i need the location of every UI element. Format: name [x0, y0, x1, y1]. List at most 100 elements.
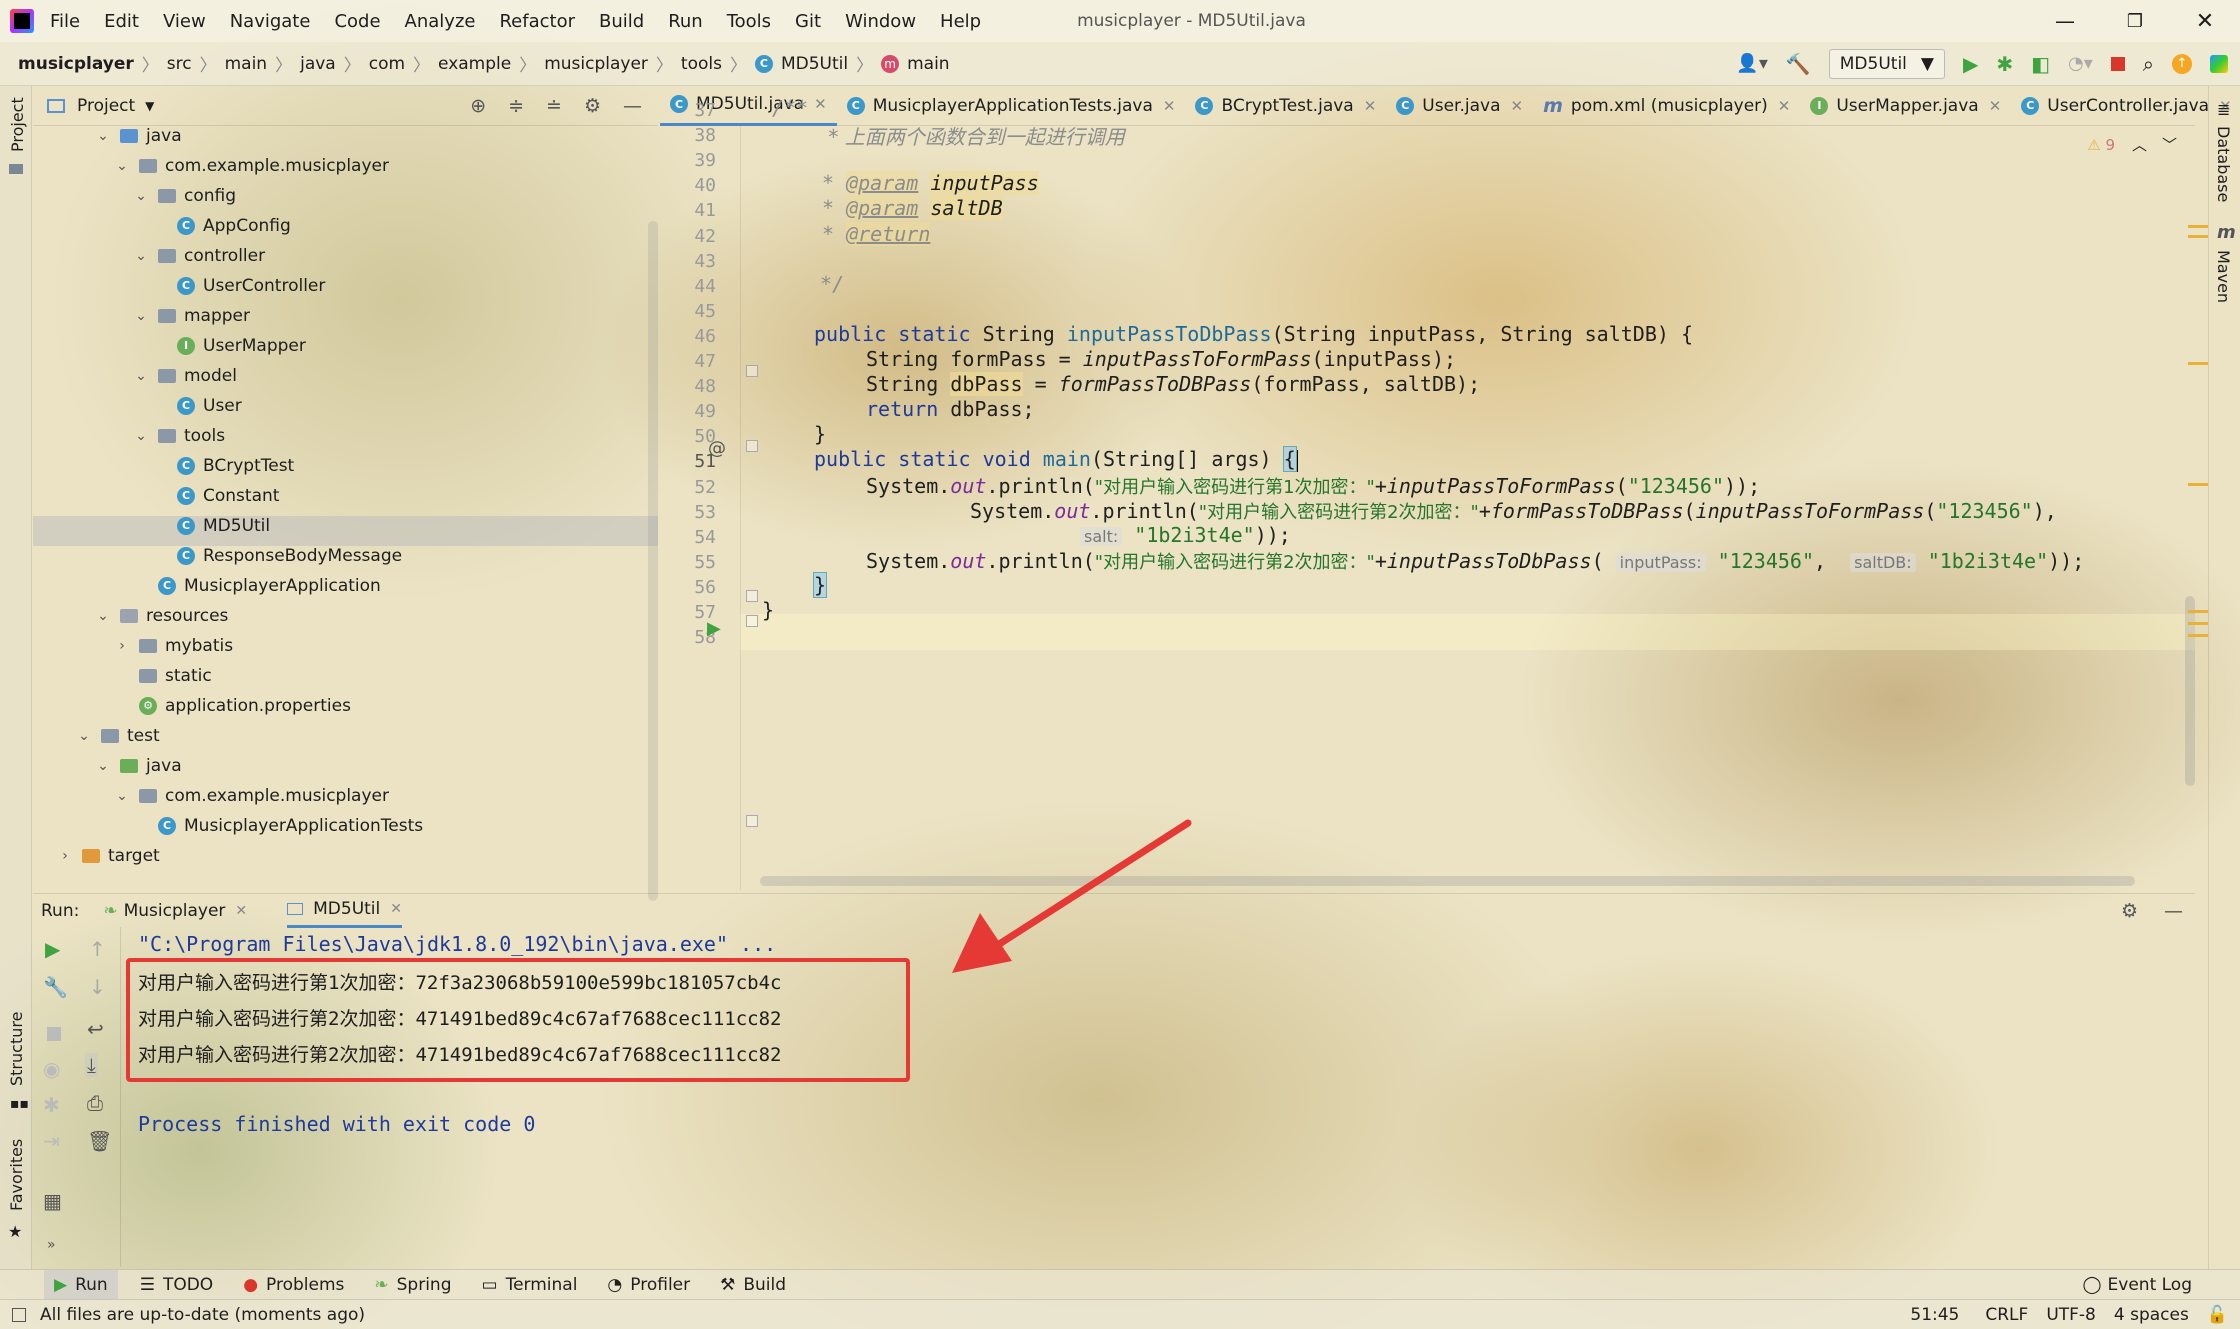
gear-icon[interactable]: ⚙ — [2121, 900, 2138, 922]
tool-run[interactable]: ▶ Run — [44, 1269, 118, 1300]
tab-database[interactable]: Database — [2214, 126, 2233, 202]
soft-wrap-icon[interactable]: ↩ — [87, 1017, 104, 1041]
close-tab-icon[interactable]: ✕ — [814, 95, 827, 113]
tree-item[interactable]: C Constant — [153, 481, 279, 511]
tree-item[interactable]: C BCryptTest — [153, 451, 294, 481]
exit-icon[interactable]: ⇥ — [43, 1129, 60, 1153]
chevron-down-icon[interactable]: ⌄ — [134, 361, 148, 391]
minimize-icon[interactable]: — — [2030, 9, 2100, 33]
run-config-select[interactable]: MD5Util ▼ — [1828, 48, 1945, 79]
line-separator[interactable]: CRLF — [1985, 1305, 2028, 1325]
breadcrumb-item[interactable]: musicplayer — [544, 54, 648, 74]
menu-refactor[interactable]: Refactor — [499, 11, 575, 32]
error-stripe-marker[interactable] — [2188, 225, 2208, 228]
collapse-all-icon[interactable]: ≐ — [546, 95, 562, 117]
hide-icon[interactable]: — — [623, 95, 642, 117]
tab-project[interactable]: Project — [8, 97, 27, 152]
tree-item[interactable]: ⌄ config — [134, 181, 236, 211]
error-stripe-marker[interactable] — [2188, 235, 2208, 238]
tree-item[interactable]: ⚙ application.properties — [115, 691, 351, 721]
fold-icon[interactable] — [746, 615, 758, 627]
wrench-icon[interactable]: 🔧 — [43, 975, 68, 999]
run-icon[interactable]: ▶ — [1963, 52, 1978, 76]
menu-build[interactable]: Build — [599, 11, 644, 32]
tree-item[interactable]: ⌄ test — [77, 721, 160, 751]
layout-icon[interactable]: ▦ — [43, 1189, 62, 1213]
menu-navigate[interactable]: Navigate — [230, 11, 311, 32]
chevron-down-icon[interactable]: ⌄ — [134, 421, 148, 451]
tree-item[interactable]: C User — [153, 391, 242, 421]
nav-up-icon[interactable]: ︿ — [2132, 134, 2147, 155]
tree-item[interactable]: C AppConfig — [153, 211, 291, 241]
close-tab-icon[interactable]: ✕ — [1364, 97, 1377, 115]
run-tab-md5util-wrapper[interactable]: MD5Util ✕ — [287, 894, 402, 928]
chevron-down-icon[interactable]: ⌄ — [134, 241, 148, 271]
warnings-indicator[interactable]: ⚠ 9 — [2087, 136, 2115, 154]
breadcrumb-item[interactable]: tools — [681, 54, 722, 74]
tree-item[interactable]: ⌄ tools — [134, 421, 225, 451]
tool-spring[interactable]: ❧ Spring — [374, 1275, 451, 1295]
menu-help[interactable]: Help — [940, 11, 981, 32]
profile-icon[interactable]: ◔▾ — [2068, 53, 2093, 74]
update-icon[interactable]: ↑ — [2172, 53, 2192, 74]
chevron-down-icon[interactable]: ⌄ — [115, 151, 129, 181]
tree-item[interactable]: C MusicplayerApplication — [134, 571, 381, 601]
camera-icon[interactable]: ◉ — [43, 1057, 60, 1081]
more-icon[interactable]: » — [47, 1237, 56, 1253]
close-tab-icon[interactable]: ✕ — [1511, 97, 1524, 115]
breadcrumb-item[interactable]: src — [167, 54, 192, 74]
stop-icon[interactable] — [2110, 56, 2125, 71]
debug-icon[interactable]: ✱ — [43, 1093, 60, 1117]
error-stripe-marker[interactable] — [2188, 634, 2208, 637]
error-stripe-marker[interactable] — [2188, 622, 2208, 625]
tab-usercontroller[interactable]: C UserController.java ✕ — [2011, 86, 2240, 126]
chevron-right-icon[interactable]: › — [58, 841, 72, 871]
close-tab-icon[interactable]: ✕ — [1163, 97, 1176, 115]
fold-icon[interactable] — [746, 590, 758, 602]
hide-icon[interactable]: — — [2164, 900, 2183, 922]
fold-icon[interactable] — [746, 815, 758, 827]
tab-usermapper[interactable]: I UserMapper.java ✕ — [1800, 86, 2011, 126]
chevron-down-icon[interactable]: ⌄ — [115, 781, 129, 811]
tree-item[interactable]: C MusicplayerApplicationTests — [134, 811, 423, 841]
menu-file[interactable]: File — [50, 11, 80, 32]
close-tab-icon[interactable]: ✕ — [1989, 97, 2002, 115]
menu-run[interactable]: Run — [668, 11, 703, 32]
breadcrumb-item[interactable]: java — [300, 54, 336, 74]
menu-code[interactable]: Code — [334, 11, 380, 32]
tree-item[interactable]: C UserController — [153, 271, 325, 301]
breadcrumb-item[interactable]: main — [907, 54, 949, 74]
event-log[interactable]: ◯ Event Log — [2083, 1275, 2193, 1295]
tool-build[interactable]: ⚒ Build — [720, 1275, 786, 1295]
breadcrumb-item[interactable]: musicplayer — [18, 54, 134, 74]
menu-view[interactable]: View — [163, 11, 206, 32]
error-stripe-marker[interactable] — [2188, 483, 2208, 486]
file-encoding[interactable]: UTF-8 — [2046, 1305, 2096, 1325]
restore-icon[interactable]: ❐ — [2100, 11, 2170, 32]
tab-structure[interactable]: Structure — [7, 1012, 26, 1086]
tree-item[interactable]: C MD5Util — [153, 511, 270, 541]
print-icon[interactable]: ⎙ — [87, 1091, 103, 1115]
override-icon[interactable]: @ — [708, 438, 726, 459]
tree-item[interactable]: I UserMapper — [153, 331, 306, 361]
expand-all-icon[interactable]: ≑ — [508, 95, 524, 117]
menu-window[interactable]: Window — [845, 11, 916, 32]
trash-icon[interactable]: 🗑 — [87, 1129, 112, 1153]
tree-item[interactable]: C ResponseBodyMessage — [153, 541, 402, 571]
close-tab-icon[interactable]: ✕ — [390, 901, 402, 917]
tool-problems[interactable]: ● Problems — [243, 1275, 344, 1295]
scroll-to-end-icon[interactable]: ⤓ — [85, 1053, 98, 1077]
tree-item[interactable]: ⌄ java — [96, 751, 182, 781]
tool-profiler[interactable]: ◔ Profiler — [607, 1275, 690, 1295]
coverage-icon[interactable]: ◧ — [2031, 52, 2050, 76]
chevron-right-icon[interactable]: › — [115, 631, 129, 661]
caret-position[interactable]: 51:45 — [1910, 1305, 1959, 1325]
breadcrumb-item[interactable]: MD5Util — [781, 54, 848, 74]
breadcrumb-item[interactable]: com — [369, 54, 405, 74]
up-arrow-icon[interactable]: ↑ — [89, 937, 106, 961]
tab-user[interactable]: C User.java ✕ — [1386, 86, 1533, 126]
tree-item[interactable]: static — [115, 661, 212, 691]
tree-scrollbar[interactable] — [648, 221, 658, 901]
error-stripe-marker[interactable] — [2188, 362, 2208, 365]
indent-setting[interactable]: 4 spaces — [2114, 1305, 2189, 1325]
